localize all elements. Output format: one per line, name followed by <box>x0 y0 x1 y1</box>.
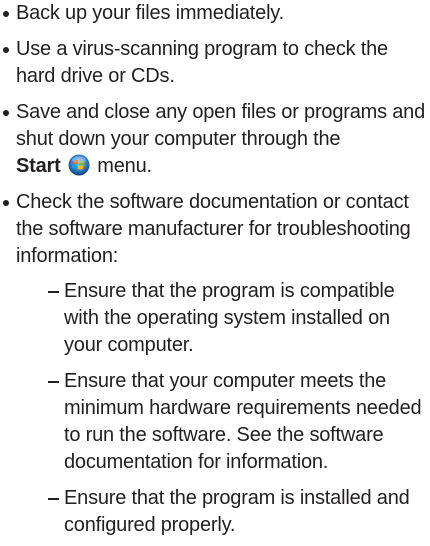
list-item-text: Check the software documentation or cont… <box>16 191 411 267</box>
document-page: Back up your files immediately. Use a vi… <box>0 0 430 546</box>
sub-item-requirements: Ensure that your computer meets the mini… <box>16 368 430 476</box>
list-item-virus-scan: Use a virus-scanning program to check th… <box>0 36 430 90</box>
list-item-shutdown: Save and close any open files or program… <box>0 99 430 180</box>
windows-start-icon <box>68 154 90 176</box>
start-label: Start <box>16 155 61 177</box>
list-item-text: Back up your files immediately. <box>16 2 284 24</box>
list-item-text: Save and close any open files or program… <box>16 101 426 150</box>
troubleshooting-list: Back up your files immediately. Use a vi… <box>0 0 430 539</box>
list-item-text: Use a virus-scanning program to check th… <box>16 38 388 87</box>
list-item-backup: Back up your files immediately. <box>0 0 430 27</box>
sub-list: Ensure that the program is compatible wi… <box>16 278 430 539</box>
sub-item-text: Ensure that the program is installed and… <box>64 487 410 536</box>
sub-item-compatible: Ensure that the program is compatible wi… <box>16 278 430 359</box>
sub-item-text: Ensure that the program is compatible wi… <box>64 280 395 356</box>
list-item-check-docs: Check the software documentation or cont… <box>0 189 430 539</box>
sub-item-text: Ensure that your computer meets the mini… <box>64 370 422 473</box>
list-item-text-after: menu. <box>97 155 152 177</box>
sub-item-installed: Ensure that the program is installed and… <box>16 485 430 539</box>
